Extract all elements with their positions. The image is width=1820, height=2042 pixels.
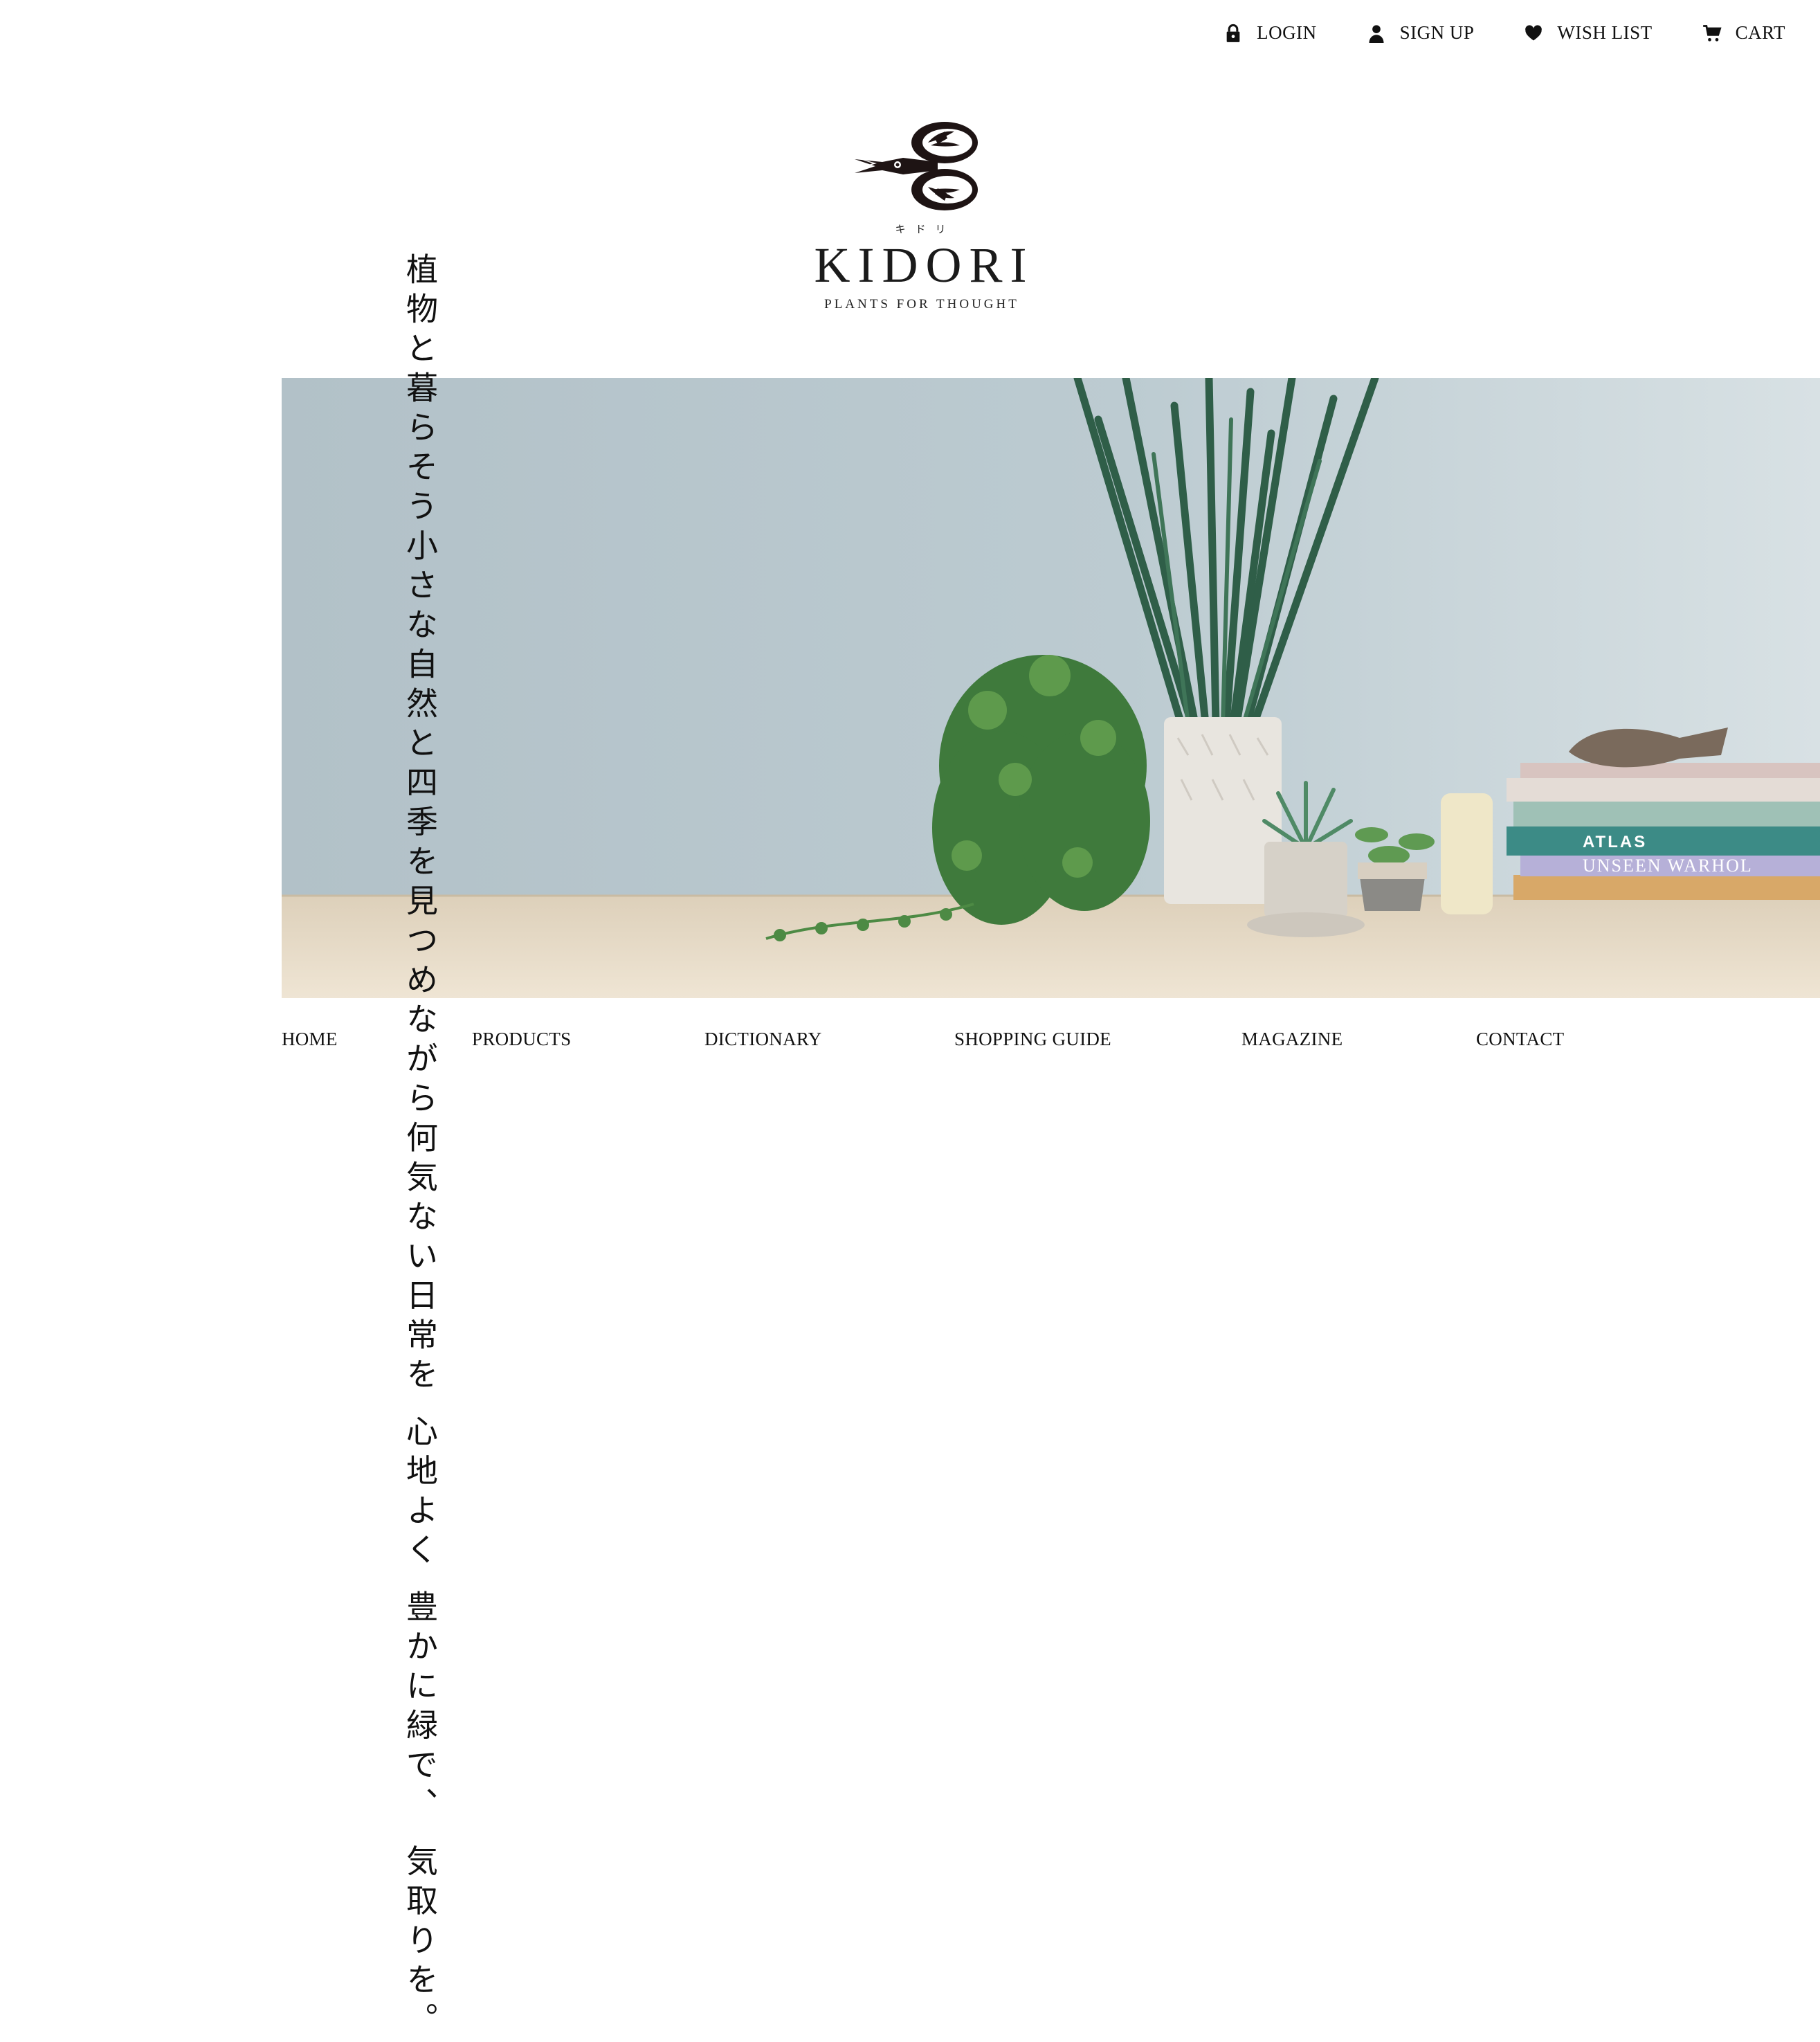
- book-title-atlas: ATLAS: [1583, 833, 1647, 851]
- main-nav: HOME PRODUCTS DICTIONARY SHOPPING GUIDE …: [282, 1029, 1564, 1050]
- user-icon: [1369, 24, 1384, 43]
- catch-line-4: 緑で、 気取りを。: [401, 1708, 439, 2042]
- bird-scissors-emblem-icon: [855, 122, 978, 210]
- heart-icon: [1525, 24, 1543, 40]
- cart-label: CART: [1735, 22, 1785, 43]
- login-label: LOGIN: [1257, 22, 1317, 43]
- catch-line-3: 何気ない日常を 心地よく 豊かに: [401, 1121, 439, 1709]
- catch-copy: 植物と暮らそう 小さな自然と四季を見つめながら 何気ない日常を 心地よく 豊かに…: [347, 253, 439, 2042]
- brand-tagline: PLANTS FOR THOUGHT: [824, 297, 1019, 311]
- signup-label: SIGN UP: [1399, 22, 1475, 43]
- signup-link[interactable]: SIGN UP: [1367, 22, 1475, 44]
- brand-kana: キドリ: [895, 223, 956, 235]
- nav-magazine[interactable]: MAGAZINE: [1241, 1029, 1476, 1050]
- login-link[interactable]: LOGIN: [1223, 22, 1316, 44]
- book-title-unseen-warhol: UNSEEN WARHOL: [1583, 856, 1753, 876]
- lock-icon: [1226, 24, 1240, 42]
- top-utility-nav: LOGIN SIGN UP WISH LIST CART: [1174, 22, 1785, 44]
- nav-shopping-guide[interactable]: SHOPPING GUIDE: [954, 1029, 1241, 1050]
- catch-line-1: 植物と暮らそう: [401, 253, 439, 529]
- brand-name: KIDORI: [814, 237, 1035, 293]
- nav-dictionary[interactable]: DICTIONARY: [704, 1029, 954, 1050]
- cart-link[interactable]: CART: [1702, 22, 1785, 44]
- nav-home[interactable]: HOME: [282, 1029, 472, 1050]
- catch-line-2: 小さな自然と四季を見つめながら: [401, 529, 439, 1121]
- cart-icon: [1702, 24, 1722, 42]
- wishlist-label: WISH LIST: [1557, 22, 1653, 43]
- brand-logo[interactable]: キドリ KIDORI PLANTS FOR THOUGHT: [803, 118, 1038, 312]
- hero-image: UNSEEN WARHOL ATLAS: [282, 378, 1820, 998]
- nav-contact[interactable]: CONTACT: [1476, 1029, 1564, 1050]
- nav-products[interactable]: PRODUCTS: [472, 1029, 704, 1050]
- wishlist-link[interactable]: WISH LIST: [1524, 22, 1652, 44]
